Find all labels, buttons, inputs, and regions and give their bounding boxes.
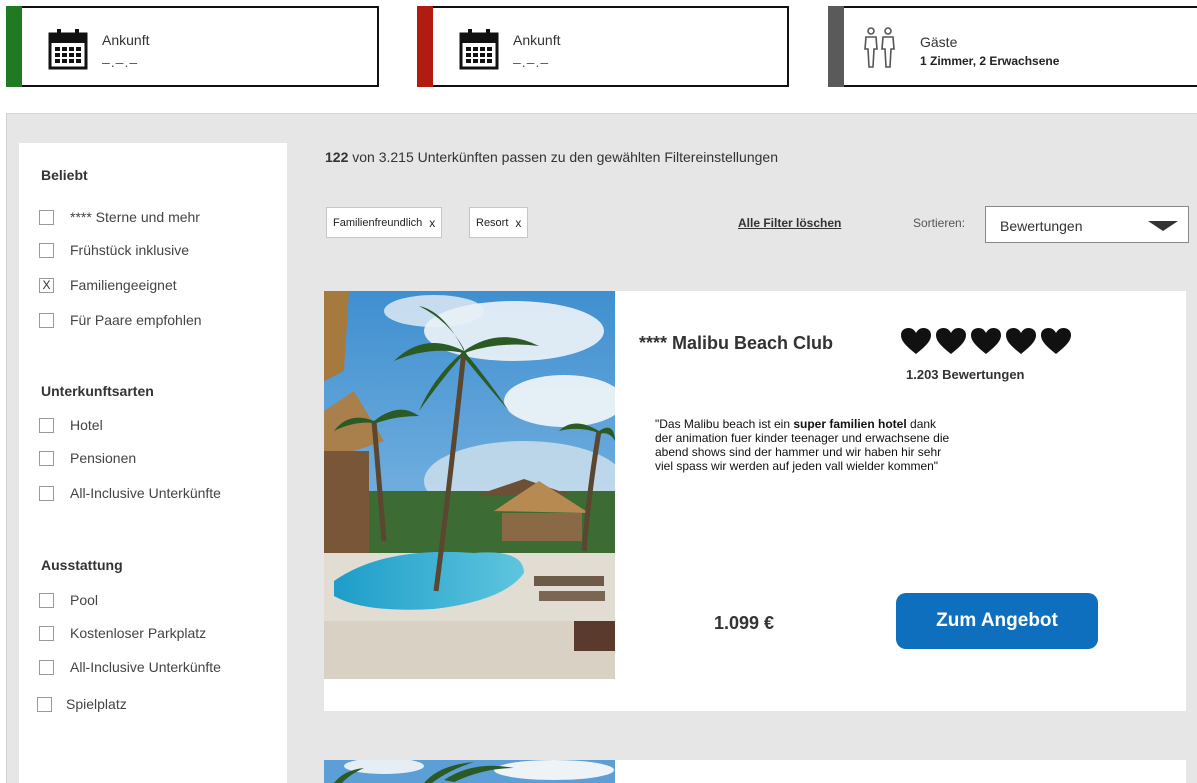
sort-label: Sortieren: xyxy=(913,216,966,230)
filter-option-label: Kostenloser Parkplatz xyxy=(70,625,207,641)
guests-field[interactable]: Gäste 1 Zimmer, 2 Erwachsene xyxy=(828,6,1197,87)
calendar-icon xyxy=(459,29,499,70)
heart-icon xyxy=(1041,328,1071,354)
hotel-card: **** Malibu Beach Club 1.203 Bewertungen… xyxy=(324,291,1186,711)
checkbox[interactable] xyxy=(39,312,54,328)
filter-option-label: Familiengeeignet xyxy=(70,277,177,293)
filter-section-title: Ausstattung xyxy=(41,557,123,573)
filter-chip: Familienfreundlich x xyxy=(326,207,443,238)
checkbox[interactable] xyxy=(39,209,54,225)
heart-icon xyxy=(1006,328,1036,354)
rating-hearts xyxy=(900,327,1072,355)
checkbox[interactable] xyxy=(39,592,54,608)
close-icon[interactable]: x xyxy=(429,216,435,230)
guests-icon xyxy=(864,27,895,68)
checkbox[interactable] xyxy=(39,450,54,466)
guests-value: 1 Zimmer, 2 Erwachsene xyxy=(920,54,1060,68)
filter-chip-label: Familienfreundlich xyxy=(333,216,423,229)
hotel-card xyxy=(324,760,1186,783)
guests-label: Gäste xyxy=(920,34,958,50)
hotel-photo[interactable] xyxy=(324,760,615,783)
checkbox[interactable] xyxy=(39,242,54,258)
heart-icon xyxy=(901,328,931,354)
checkbox[interactable] xyxy=(39,485,54,501)
results-summary: 122 von 3.215 Unterkünften passen zu den… xyxy=(325,149,778,165)
filter-option[interactable]: X Familiengeeignet xyxy=(39,275,177,295)
filter-option[interactable]: **** Sterne und mehr xyxy=(39,207,200,227)
departure-date-field[interactable]: Ankunft –.–.– xyxy=(417,6,789,87)
hotel-name[interactable]: **** Malibu Beach Club xyxy=(639,333,833,354)
filter-option-label: Spielplatz xyxy=(66,696,127,712)
checkbox[interactable] xyxy=(37,696,52,712)
guests-accent-bar xyxy=(828,6,844,87)
filter-option-label: Pensionen xyxy=(70,450,137,466)
results-count: 122 xyxy=(325,149,349,165)
filter-option[interactable]: Pensionen xyxy=(39,448,136,468)
departure-accent-bar xyxy=(417,6,433,87)
filter-option-label: Hotel xyxy=(70,417,103,433)
arrival-value: –.–.– xyxy=(102,54,139,70)
chevron-down-icon[interactable] xyxy=(1148,221,1178,231)
filter-sidebar: Beliebt **** Sterne und mehr Frühstück i… xyxy=(19,143,287,783)
quote-text: "Das Malibu beach ist ein xyxy=(655,417,794,431)
arrival-label: Ankunft xyxy=(513,32,561,48)
filter-chip: Resort x xyxy=(469,207,529,238)
hotel-photo[interactable] xyxy=(324,291,615,679)
filter-option[interactable]: All-Inclusive Unterkünfte xyxy=(39,657,221,677)
price: 1.099 € xyxy=(714,613,775,633)
review-count[interactable]: 1.203 Bewertungen xyxy=(906,367,1025,382)
filter-option[interactable]: Für Paare empfohlen xyxy=(39,310,202,330)
filter-option-label: All-Inclusive Unterkünfte xyxy=(70,485,221,501)
arrival-date-field[interactable]: Ankunft –.–.– xyxy=(6,6,379,87)
filter-option[interactable]: Hotel xyxy=(39,415,103,435)
filter-option[interactable]: Spielplatz xyxy=(37,694,127,714)
quote-highlight: super familien hotel xyxy=(793,417,907,431)
filter-option-label: Frühstück inklusive xyxy=(70,242,190,258)
clear-filters-link[interactable]: Alle Filter löschen xyxy=(738,216,841,230)
arrival-value: –.–.– xyxy=(513,54,550,70)
results-summary-text: von 3.215 Unterkünften passen zu den gew… xyxy=(348,149,778,165)
heart-icon xyxy=(971,328,1001,354)
checkbox[interactable] xyxy=(39,417,54,433)
review-quote: "Das Malibu beach ist ein super familien… xyxy=(655,417,955,473)
filter-option-label: Für Paare empfohlen xyxy=(70,312,202,328)
checkbox[interactable] xyxy=(39,625,54,641)
sort-select[interactable]: Bewertungen xyxy=(985,206,1189,243)
filter-section-title: Beliebt xyxy=(41,167,88,183)
sort-value: Bewertungen xyxy=(1000,218,1083,234)
filter-option[interactable]: Kostenloser Parkplatz xyxy=(39,623,206,643)
checkbox-checked[interactable]: X xyxy=(39,277,54,293)
filter-option-label: **** Sterne und mehr xyxy=(70,209,200,225)
close-icon[interactable]: x xyxy=(515,216,521,230)
arrival-label: Ankunft xyxy=(102,32,150,48)
filter-option[interactable]: Pool xyxy=(39,590,98,610)
filter-option[interactable]: All-Inclusive Unterkünfte xyxy=(39,483,221,503)
filter-option[interactable]: Frühstück inklusive xyxy=(39,240,189,260)
filter-option-label: Pool xyxy=(70,592,99,608)
checkbox[interactable] xyxy=(39,659,54,675)
arrival-accent-bar xyxy=(6,6,22,87)
heart-icon xyxy=(936,328,966,354)
filter-chip-label: Resort xyxy=(476,216,509,229)
filter-option-label: All-Inclusive Unterkünfte xyxy=(70,659,221,675)
offer-button[interactable]: Zum Angebot xyxy=(896,593,1098,649)
filter-section-title: Unterkunftsarten xyxy=(41,383,154,399)
calendar-icon xyxy=(48,29,88,70)
